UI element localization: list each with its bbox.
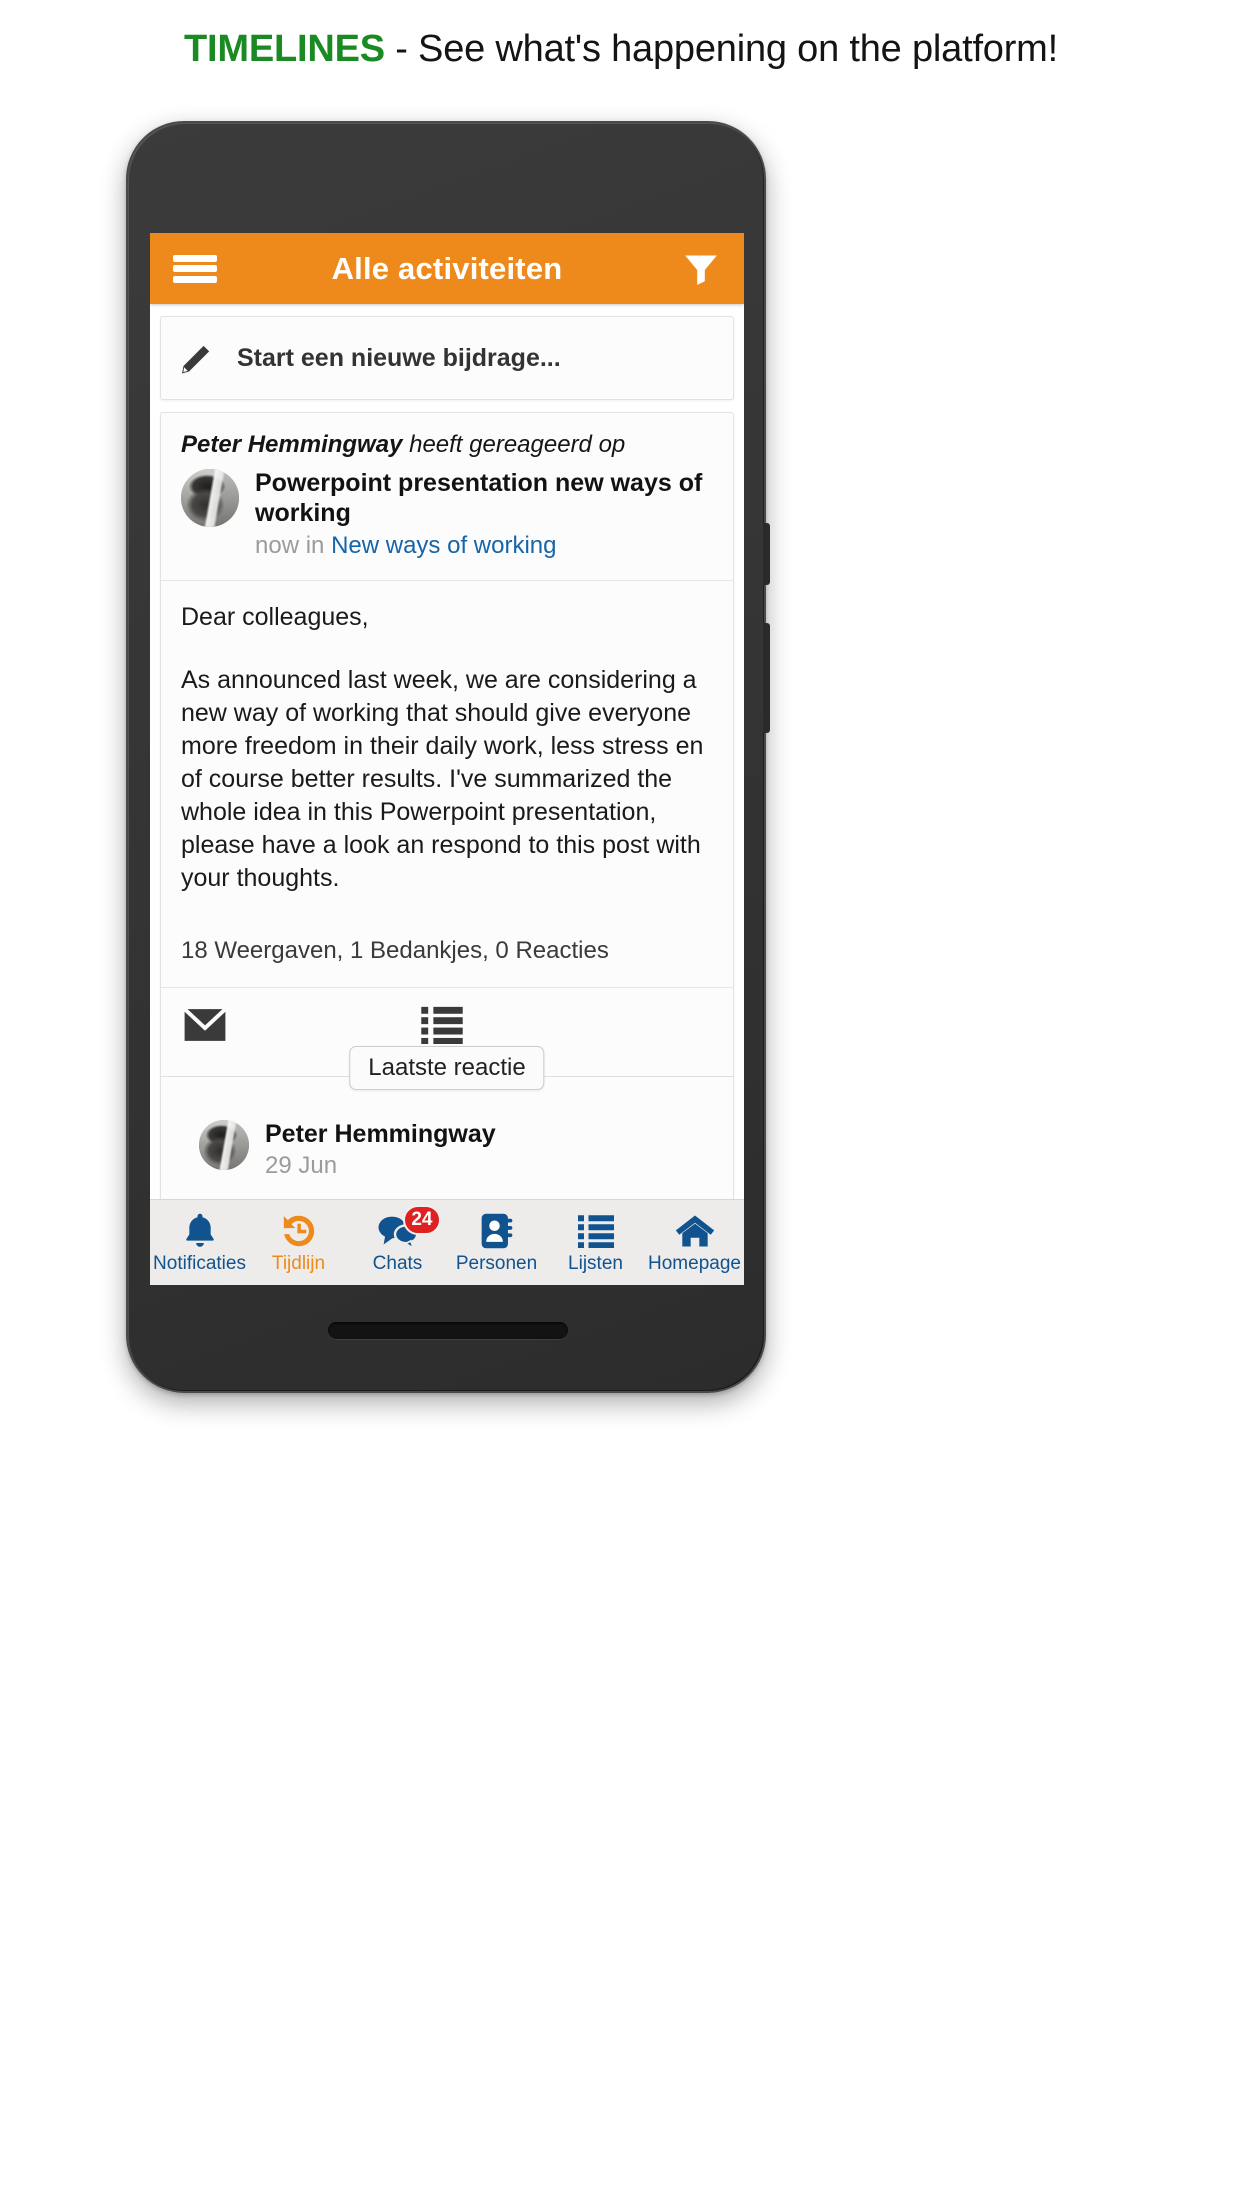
envelope-icon[interactable] — [183, 1008, 227, 1042]
nav-label: Lijsten — [568, 1252, 623, 1274]
nav-item-tijdlijn[interactable]: Tijdlijn — [249, 1200, 348, 1285]
nav-item-personen[interactable]: Personen — [447, 1200, 546, 1285]
promo-rest: - See what's happening on the platform! — [384, 28, 1058, 70]
phone-device-frame: Alle activiteiten Start een nieuwe bijdr… — [126, 121, 770, 1393]
nav-label: Chats — [372, 1252, 423, 1274]
post-stats: 18 Weergaven, 1 Bedankjes, 0 Reacties — [181, 937, 609, 964]
post-card: Peter Hemmingway heeft gereageerd op Pow… — [160, 412, 734, 1258]
pencil-icon — [182, 345, 210, 374]
hamburger-menu-icon[interactable] — [172, 252, 218, 286]
comment-author[interactable]: Peter Hemmingway — [265, 1120, 496, 1149]
promo-headline: TIMELINES - See what's happening on the … — [0, 28, 1242, 71]
post-in-word: in — [305, 532, 325, 559]
nav-label: Notificaties — [153, 1252, 246, 1274]
post-actor-line: Peter Hemmingway heeft gereageerd op — [161, 413, 733, 465]
post-meta: now in New ways of working — [255, 532, 713, 560]
page-title: Alle activiteiten — [331, 250, 563, 286]
post-group-link[interactable]: New ways of working — [331, 532, 556, 559]
volume-button[interactable] — [763, 623, 770, 733]
avatar[interactable] — [199, 1120, 249, 1170]
nav-label: Tijdlijn — [271, 1252, 326, 1274]
filter-funnel-icon[interactable] — [680, 250, 722, 288]
nav-item-notificaties[interactable]: Notificaties — [150, 1200, 249, 1285]
home-icon — [674, 1211, 716, 1251]
bell-icon — [182, 1211, 218, 1251]
post-header: Powerpoint presentation new ways of work… — [161, 465, 733, 580]
app-bar: Alle activiteiten — [150, 233, 744, 304]
list-icon[interactable] — [421, 1006, 463, 1044]
history-clock-icon — [280, 1211, 318, 1251]
avatar[interactable] — [181, 469, 239, 527]
nav-item-lijsten[interactable]: Lijsten — [546, 1200, 645, 1285]
chat-bubbles-icon: 24 — [377, 1204, 441, 1251]
post-time: now — [255, 532, 300, 559]
compose-card[interactable]: Start een nieuwe bijdrage... — [160, 316, 734, 400]
comment-header: Peter Hemmingway 29 Jun — [161, 1090, 733, 1194]
nav-item-chats[interactable]: 24 Chats — [348, 1200, 447, 1285]
nav-label: Homepage — [648, 1252, 741, 1274]
phone-screen: Alle activiteiten Start een nieuwe bijdr… — [150, 233, 744, 1285]
nav-item-homepage[interactable]: Homepage — [645, 1200, 744, 1285]
list-icon — [577, 1211, 614, 1251]
post-paragraph-2: As announced last week, we are consideri… — [181, 666, 704, 892]
contacts-book-icon — [479, 1211, 515, 1251]
post-paragraph-1: Dear colleagues, — [181, 603, 369, 631]
activity-feed: Start een nieuwe bijdrage... Peter Hemmi… — [150, 316, 744, 1285]
post-title[interactable]: Powerpoint presentation new ways of work… — [255, 469, 713, 528]
nav-label: Personen — [455, 1252, 538, 1274]
post-body: Dear colleagues, As announced last week,… — [161, 581, 733, 933]
chats-unread-badge: 24 — [403, 1204, 441, 1235]
bottom-speaker — [328, 1322, 568, 1339]
last-reply-separator: Laatste reactie — [161, 1046, 733, 1090]
promo-keyword: TIMELINES — [184, 28, 385, 70]
post-actor-action: heeft gereageerd op — [409, 431, 626, 458]
comment-date: 29 Jun — [265, 1152, 338, 1179]
last-reply-pill[interactable]: Laatste reactie — [349, 1046, 545, 1090]
compose-placeholder: Start een nieuwe bijdrage... — [237, 343, 561, 372]
bottom-navigation-bar: Notificaties Tijdlijn 24 Chats Personen … — [150, 1199, 744, 1285]
power-button[interactable] — [763, 523, 770, 585]
post-actor-name[interactable]: Peter Hemmingway — [181, 431, 402, 458]
